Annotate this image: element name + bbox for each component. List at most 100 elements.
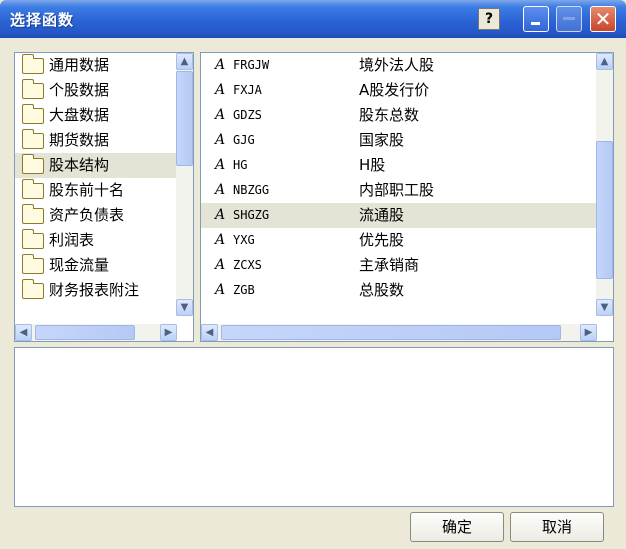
- cancel-button[interactable]: 取消: [510, 512, 604, 542]
- function-item[interactable]: A FRGJW 境外法人股: [201, 53, 597, 78]
- function-description: 主承销商: [359, 256, 420, 274]
- folder-icon: [22, 104, 44, 124]
- function-description: 总股数: [359, 281, 405, 299]
- function-code: HG: [233, 158, 248, 172]
- function-code: ZCXS: [233, 258, 262, 272]
- function-code: GDZS: [233, 108, 262, 122]
- help-icon: ?: [484, 11, 494, 27]
- function-code: SHGZG: [233, 208, 270, 222]
- help-button[interactable]: ?: [478, 8, 500, 30]
- scroll-thumb[interactable]: [35, 325, 135, 340]
- function-item[interactable]: A NBZGG 内部职工股: [201, 178, 597, 203]
- function-item[interactable]: A GJG 国家股: [201, 128, 597, 153]
- scroll-down-button[interactable]: ▼: [176, 299, 193, 316]
- function-item[interactable]: A YXG 优先股: [201, 228, 597, 253]
- minimize-button[interactable]: [523, 6, 549, 32]
- function-code: FXJA: [233, 83, 262, 97]
- function-description: 境外法人股: [359, 56, 435, 74]
- scroll-down-button[interactable]: ▼: [596, 299, 613, 316]
- maximize-button: [556, 6, 582, 32]
- folder-icon: [22, 254, 44, 274]
- function-code: NBZGG: [233, 183, 270, 197]
- window-title: 选择函数: [10, 11, 75, 29]
- function-icon: A: [215, 57, 226, 73]
- folder-icon: [22, 279, 44, 299]
- function-code: GJG: [233, 133, 255, 147]
- function-code: YXG: [233, 233, 255, 247]
- function-description-box[interactable]: [14, 347, 614, 507]
- scroll-thumb[interactable]: [596, 141, 613, 279]
- category-vertical-scrollbar[interactable]: ▲ ▼: [176, 53, 193, 316]
- function-icon: A: [215, 157, 226, 173]
- function-icon: A: [215, 107, 226, 123]
- function-item[interactable]: A SHGZG 流通股: [201, 203, 597, 228]
- category-item[interactable]: 现金流量: [15, 253, 177, 278]
- category-horizontal-scrollbar[interactable]: ◀ ▶: [15, 324, 177, 341]
- function-description: H股: [359, 156, 386, 174]
- function-item[interactable]: A HG H股: [201, 153, 597, 178]
- function-item[interactable]: A ZGB 总股数: [201, 278, 597, 303]
- function-icon: A: [215, 232, 226, 248]
- category-items: 通用数据个股数据大盘数据期货数据股本结构股东前十名资产负债表利润表现金流量财务报…: [15, 53, 177, 316]
- function-description: 内部职工股: [359, 181, 435, 199]
- category-label: 期货数据: [49, 131, 110, 149]
- category-list[interactable]: 通用数据个股数据大盘数据期货数据股本结构股东前十名资产负债表利润表现金流量财务报…: [14, 52, 194, 342]
- function-horizontal-scrollbar[interactable]: ◀ ▶: [201, 324, 597, 341]
- scroll-up-button[interactable]: ▲: [596, 53, 613, 70]
- ok-button[interactable]: 确定: [410, 512, 504, 542]
- select-function-dialog: 选择函数 ? ✕ 通用数据个股数据大盘数据期货数据股本结构股东前十名资产负债表利…: [0, 0, 626, 549]
- function-icon: A: [215, 207, 226, 223]
- category-item[interactable]: 财务报表附注: [15, 278, 177, 303]
- function-code: ZGB: [233, 283, 255, 297]
- folder-icon: [22, 129, 44, 149]
- category-item[interactable]: 资产负债表: [15, 203, 177, 228]
- minimize-icon: [531, 22, 540, 25]
- category-label: 利润表: [49, 231, 95, 249]
- category-label: 大盘数据: [49, 106, 110, 124]
- scroll-left-button[interactable]: ◀: [15, 324, 32, 341]
- category-label: 资产负债表: [49, 206, 125, 224]
- category-label: 个股数据: [49, 81, 110, 99]
- function-list[interactable]: A FRGJW 境外法人股 A FXJA A股发行价 A GDZS 股东总数 A GJG 国家股 A HG…: [200, 52, 614, 342]
- scroll-up-button[interactable]: ▲: [176, 53, 193, 70]
- category-label: 财务报表附注: [49, 281, 140, 299]
- scroll-right-button[interactable]: ▶: [160, 324, 177, 341]
- function-code: FRGJW: [233, 58, 270, 72]
- function-description: A股发行价: [359, 81, 430, 99]
- function-vertical-scrollbar[interactable]: ▲ ▼: [596, 53, 613, 316]
- function-description: 股东总数: [359, 106, 420, 124]
- category-item[interactable]: 期货数据: [15, 128, 177, 153]
- function-icon: A: [215, 82, 226, 98]
- folder-icon: [22, 79, 44, 99]
- function-item[interactable]: A ZCXS 主承销商: [201, 253, 597, 278]
- category-item[interactable]: 个股数据: [15, 78, 177, 103]
- folder-icon: [22, 179, 44, 199]
- function-description: 优先股: [359, 231, 405, 249]
- function-icon: A: [215, 257, 226, 273]
- category-item[interactable]: 利润表: [15, 228, 177, 253]
- scroll-left-button[interactable]: ◀: [201, 324, 218, 341]
- folder-icon: [22, 204, 44, 224]
- scroll-thumb[interactable]: [221, 325, 561, 340]
- category-label: 股本结构: [49, 156, 110, 174]
- category-item[interactable]: 股东前十名: [15, 178, 177, 203]
- function-description: 国家股: [359, 131, 405, 149]
- category-item[interactable]: 股本结构: [15, 153, 177, 178]
- folder-icon: [22, 54, 44, 74]
- function-item[interactable]: A GDZS 股东总数: [201, 103, 597, 128]
- scroll-thumb[interactable]: [176, 71, 193, 166]
- function-icon: A: [215, 132, 226, 148]
- category-label: 通用数据: [49, 56, 110, 74]
- category-item[interactable]: 大盘数据: [15, 103, 177, 128]
- category-label: 现金流量: [49, 256, 110, 274]
- function-description: 流通股: [359, 206, 405, 224]
- function-item[interactable]: A FXJA A股发行价: [201, 78, 597, 103]
- folder-icon: [22, 154, 44, 174]
- function-items: A FRGJW 境外法人股 A FXJA A股发行价 A GDZS 股东总数 A GJG 国家股 A HG…: [201, 53, 597, 316]
- scroll-right-button[interactable]: ▶: [580, 324, 597, 341]
- close-button[interactable]: ✕: [590, 6, 616, 32]
- function-icon: A: [215, 282, 226, 298]
- title-bar[interactable]: 选择函数 ? ✕: [0, 0, 626, 38]
- category-item[interactable]: 通用数据: [15, 53, 177, 78]
- folder-icon: [22, 229, 44, 249]
